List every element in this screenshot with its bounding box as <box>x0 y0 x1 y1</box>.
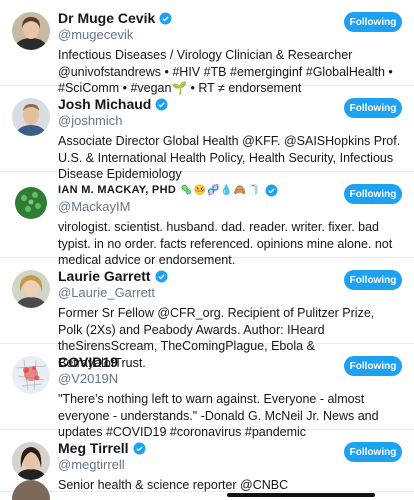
display-name: IAN M. MACKAY, PHD 🦠🤒🧬💧🙈🧻 <box>58 182 278 199</box>
user-handle: @megtirrell <box>58 457 125 472</box>
home-indicator[interactable] <box>227 493 375 497</box>
name-emoji: 🦠🤒🧬💧🙈🧻 <box>180 185 261 196</box>
avatar[interactable] <box>12 12 50 50</box>
verified-badge-icon <box>265 184 278 197</box>
verified-badge-icon <box>159 12 172 25</box>
display-name: Laurie Garrett <box>58 268 168 285</box>
list-item[interactable]: Dr Muge Cevik @mugecevik Following Infec… <box>0 0 414 95</box>
user-handle: @MackayIM <box>58 199 131 214</box>
user-bio: Senior health & science reporter @CNBC <box>58 478 289 492</box>
avatar[interactable] <box>12 184 50 222</box>
avatar[interactable] <box>12 442 50 480</box>
avatar[interactable] <box>12 98 50 136</box>
avatar[interactable] <box>12 356 50 394</box>
verified-badge-icon <box>155 270 168 283</box>
following-button[interactable]: Following <box>344 442 402 462</box>
user-handle: @V2019N <box>58 371 119 386</box>
following-button[interactable]: Following <box>344 98 402 118</box>
display-name: Meg Tirrell <box>58 440 146 457</box>
following-list: Dr Muge Cevik @mugecevik Following Infec… <box>0 0 414 500</box>
display-name: Josh Michaud <box>58 96 168 113</box>
following-button[interactable]: Following <box>344 184 402 204</box>
list-item[interactable]: IAN M. MACKAY, PHD 🦠🤒🧬💧🙈🧻 @MackayIM Foll… <box>0 172 414 267</box>
following-button[interactable]: Following <box>344 356 402 376</box>
avatar[interactable] <box>12 270 50 308</box>
list-item[interactable]: COVID19 @V2019N Following "There's nothi… <box>0 344 414 439</box>
display-name: Dr Muge Cevik <box>58 10 172 27</box>
verified-badge-icon <box>155 98 168 111</box>
list-item[interactable]: Josh Michaud @joshmich Following Associa… <box>0 86 414 181</box>
user-handle: @joshmich <box>58 113 123 128</box>
display-name: COVID19 <box>58 354 118 370</box>
list-item[interactable]: Laurie Garrett @Laurie_Garrett Following… <box>0 258 414 370</box>
verified-badge-icon <box>133 442 146 455</box>
user-handle: @Laurie_Garrett <box>58 285 156 300</box>
list-item[interactable]: Meg Tirrell @megtirrell Following Senior… <box>0 430 414 492</box>
user-handle: @mugecevik <box>58 27 134 42</box>
following-button[interactable]: Following <box>344 270 402 290</box>
following-button[interactable]: Following <box>344 12 402 32</box>
